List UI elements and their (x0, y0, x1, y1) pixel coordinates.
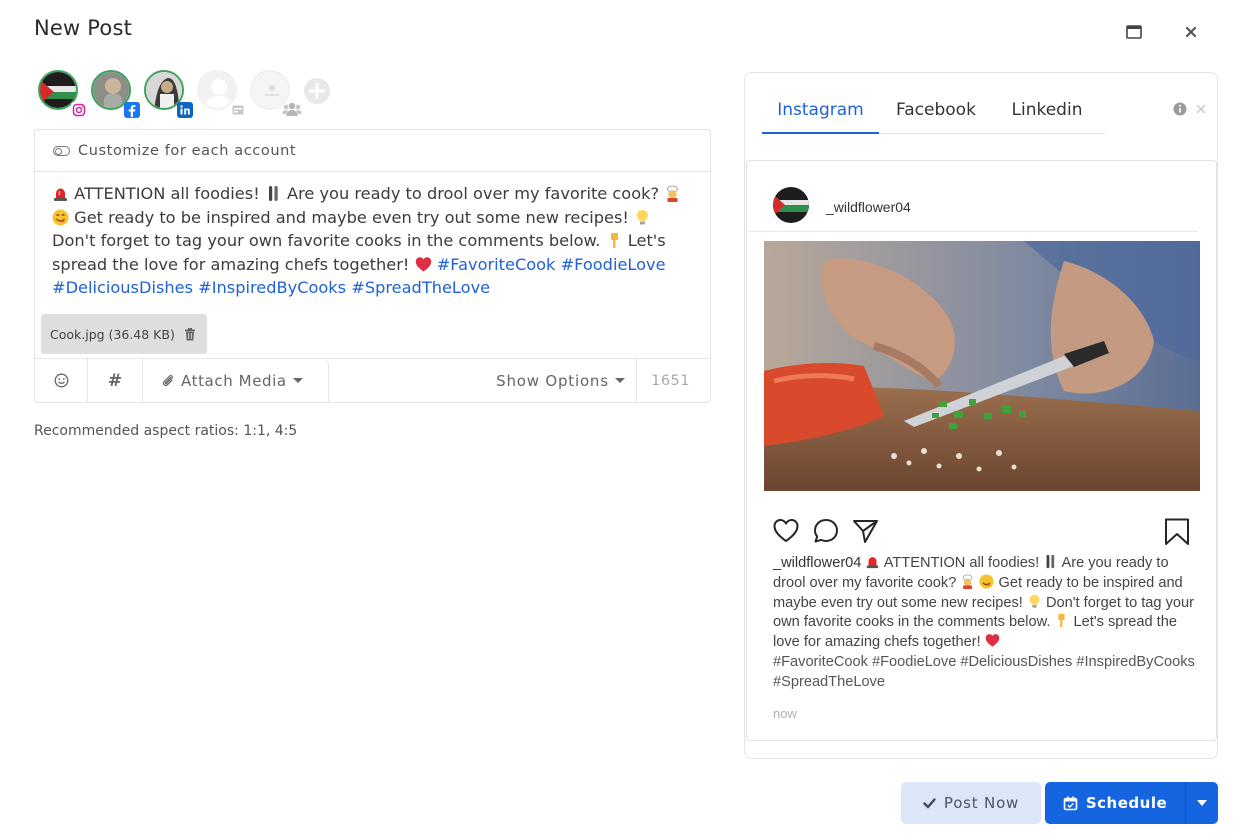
heart-icon (773, 518, 799, 543)
customize-label: Customize for each account (78, 142, 297, 159)
post-composer: Customize for each account ATTENTION all… (34, 129, 711, 403)
group-icon (282, 100, 302, 118)
like-button[interactable] (773, 518, 799, 548)
avatar (773, 187, 809, 223)
yum-emoji-icon (52, 209, 69, 226)
delete-attachment-button[interactable] (184, 327, 196, 341)
smiley-icon (54, 373, 68, 388)
comment-button[interactable] (813, 518, 839, 548)
post-text-part: Don't forget to tag your own favorite co… (52, 231, 601, 251)
siren-emoji-icon (867, 557, 879, 569)
account-facebook[interactable] (91, 70, 140, 118)
post-text-part: Get ready to be inspired and maybe even … (74, 207, 629, 227)
bookmark-icon (1165, 518, 1189, 545)
page-title: New Post (34, 16, 133, 40)
account-generic[interactable] (197, 70, 246, 118)
attach-media-button[interactable]: Attach Media (143, 358, 329, 403)
account-instagram[interactable] (38, 70, 87, 118)
toggle-icon (53, 145, 70, 156)
show-options-button[interactable]: Show Options (485, 358, 637, 403)
fork-knife-emoji-icon (268, 186, 278, 201)
siren-emoji-icon (54, 188, 67, 201)
customize-toggle[interactable]: Customize for each account (35, 130, 710, 172)
yum-emoji-icon (979, 574, 995, 589)
close-preview-button[interactable] (1196, 103, 1206, 117)
cook-emoji-icon (963, 574, 973, 589)
point-down-emoji-icon (1058, 614, 1066, 628)
account-linkedin[interactable] (144, 70, 193, 118)
post-timestamp: now (773, 706, 797, 721)
tab-linkedin[interactable]: Linkedin (993, 100, 1101, 134)
post-caption: _wildflower04 ATTENTION all foodies! Are… (773, 554, 1198, 693)
trash-icon (184, 327, 195, 340)
caption-hashtags: #FavoriteCook #FoodieLove #DeliciousDish… (773, 653, 1195, 690)
schedule-button[interactable]: Schedule (1045, 782, 1185, 824)
save-post-button[interactable] (1164, 518, 1190, 550)
instagram-post-preview: _wildflower04 _wildflower04 ATTENTION al… (746, 160, 1217, 741)
heart-emoji-icon (415, 257, 431, 272)
schedule-label: Schedule (1085, 794, 1168, 812)
chevron-down-icon (614, 378, 625, 383)
hashtag-button[interactable]: # (88, 358, 143, 403)
preview-panel: Instagram Facebook Linkedin _wildflower0… (744, 72, 1218, 759)
close-icon (1185, 26, 1197, 38)
hashtag-icon: # (107, 370, 123, 391)
add-account-button[interactable] (303, 77, 331, 105)
character-count: 1651 (651, 372, 690, 389)
heart-emoji-icon (985, 634, 1000, 647)
emoji-picker-button[interactable] (35, 358, 88, 403)
plus-icon (304, 78, 330, 104)
post-now-label: Post Now (943, 794, 1020, 812)
preview-tabs: Instagram Facebook Linkedin (762, 100, 1105, 134)
bulb-emoji-icon (637, 209, 649, 225)
account-group[interactable] (250, 70, 302, 116)
composer-toolbar: # Attach Media Show Options 1651 (35, 358, 710, 403)
info-icon[interactable] (1173, 101, 1187, 120)
point-down-emoji-icon (610, 233, 618, 249)
attachment-chip: Cook.jpg (36.48 KB) (41, 314, 207, 354)
schedule-options-button[interactable] (1185, 782, 1218, 824)
post-header: _wildflower04 (747, 161, 1198, 232)
chevron-down-icon (292, 378, 303, 383)
show-options-label: Show Options (496, 371, 609, 390)
bulb-emoji-icon (1029, 594, 1040, 608)
post-text-part: ATTENTION all foodies! (74, 184, 260, 203)
share-button[interactable] (852, 518, 879, 548)
chevron-down-icon (1197, 800, 1207, 806)
comment-icon (814, 519, 838, 543)
account-selector (38, 70, 348, 120)
calendar-icon (1063, 796, 1078, 810)
attachment-name: Cook.jpg (36.48 KB) (50, 326, 175, 342)
instagram-icon (71, 102, 87, 118)
check-icon (923, 797, 936, 808)
maximize-icon (1126, 25, 1142, 39)
caption-username: _wildflower04 (773, 555, 862, 571)
close-icon (1196, 104, 1206, 114)
post-username: _wildflower04 (826, 199, 911, 215)
tab-facebook[interactable]: Facebook (879, 100, 993, 134)
aspect-ratio-note: Recommended aspect ratios: 1:1, 4:5 (34, 423, 298, 439)
post-text-part: Are you ready to drool over my favorite … (287, 184, 660, 203)
profile-badge-icon (230, 102, 246, 118)
send-icon (853, 520, 878, 543)
post-textarea[interactable]: ATTENTION all foodies! Are you ready to … (52, 182, 692, 300)
post-image (764, 241, 1200, 491)
post-now-button[interactable]: Post Now (901, 782, 1041, 824)
maximize-button[interactable] (1124, 22, 1144, 42)
attach-media-label: Attach Media (181, 371, 287, 390)
cook-emoji-icon (667, 185, 679, 202)
post-actions (773, 518, 1193, 548)
fork-knife-emoji-icon (1046, 554, 1055, 569)
linkedin-icon (177, 102, 193, 118)
caption-text-part: ATTENTION all foodies! (883, 555, 1040, 571)
tab-instagram[interactable]: Instagram (762, 100, 879, 134)
facebook-icon (124, 102, 140, 118)
paperclip-icon (162, 374, 173, 387)
close-button[interactable] (1181, 22, 1201, 42)
